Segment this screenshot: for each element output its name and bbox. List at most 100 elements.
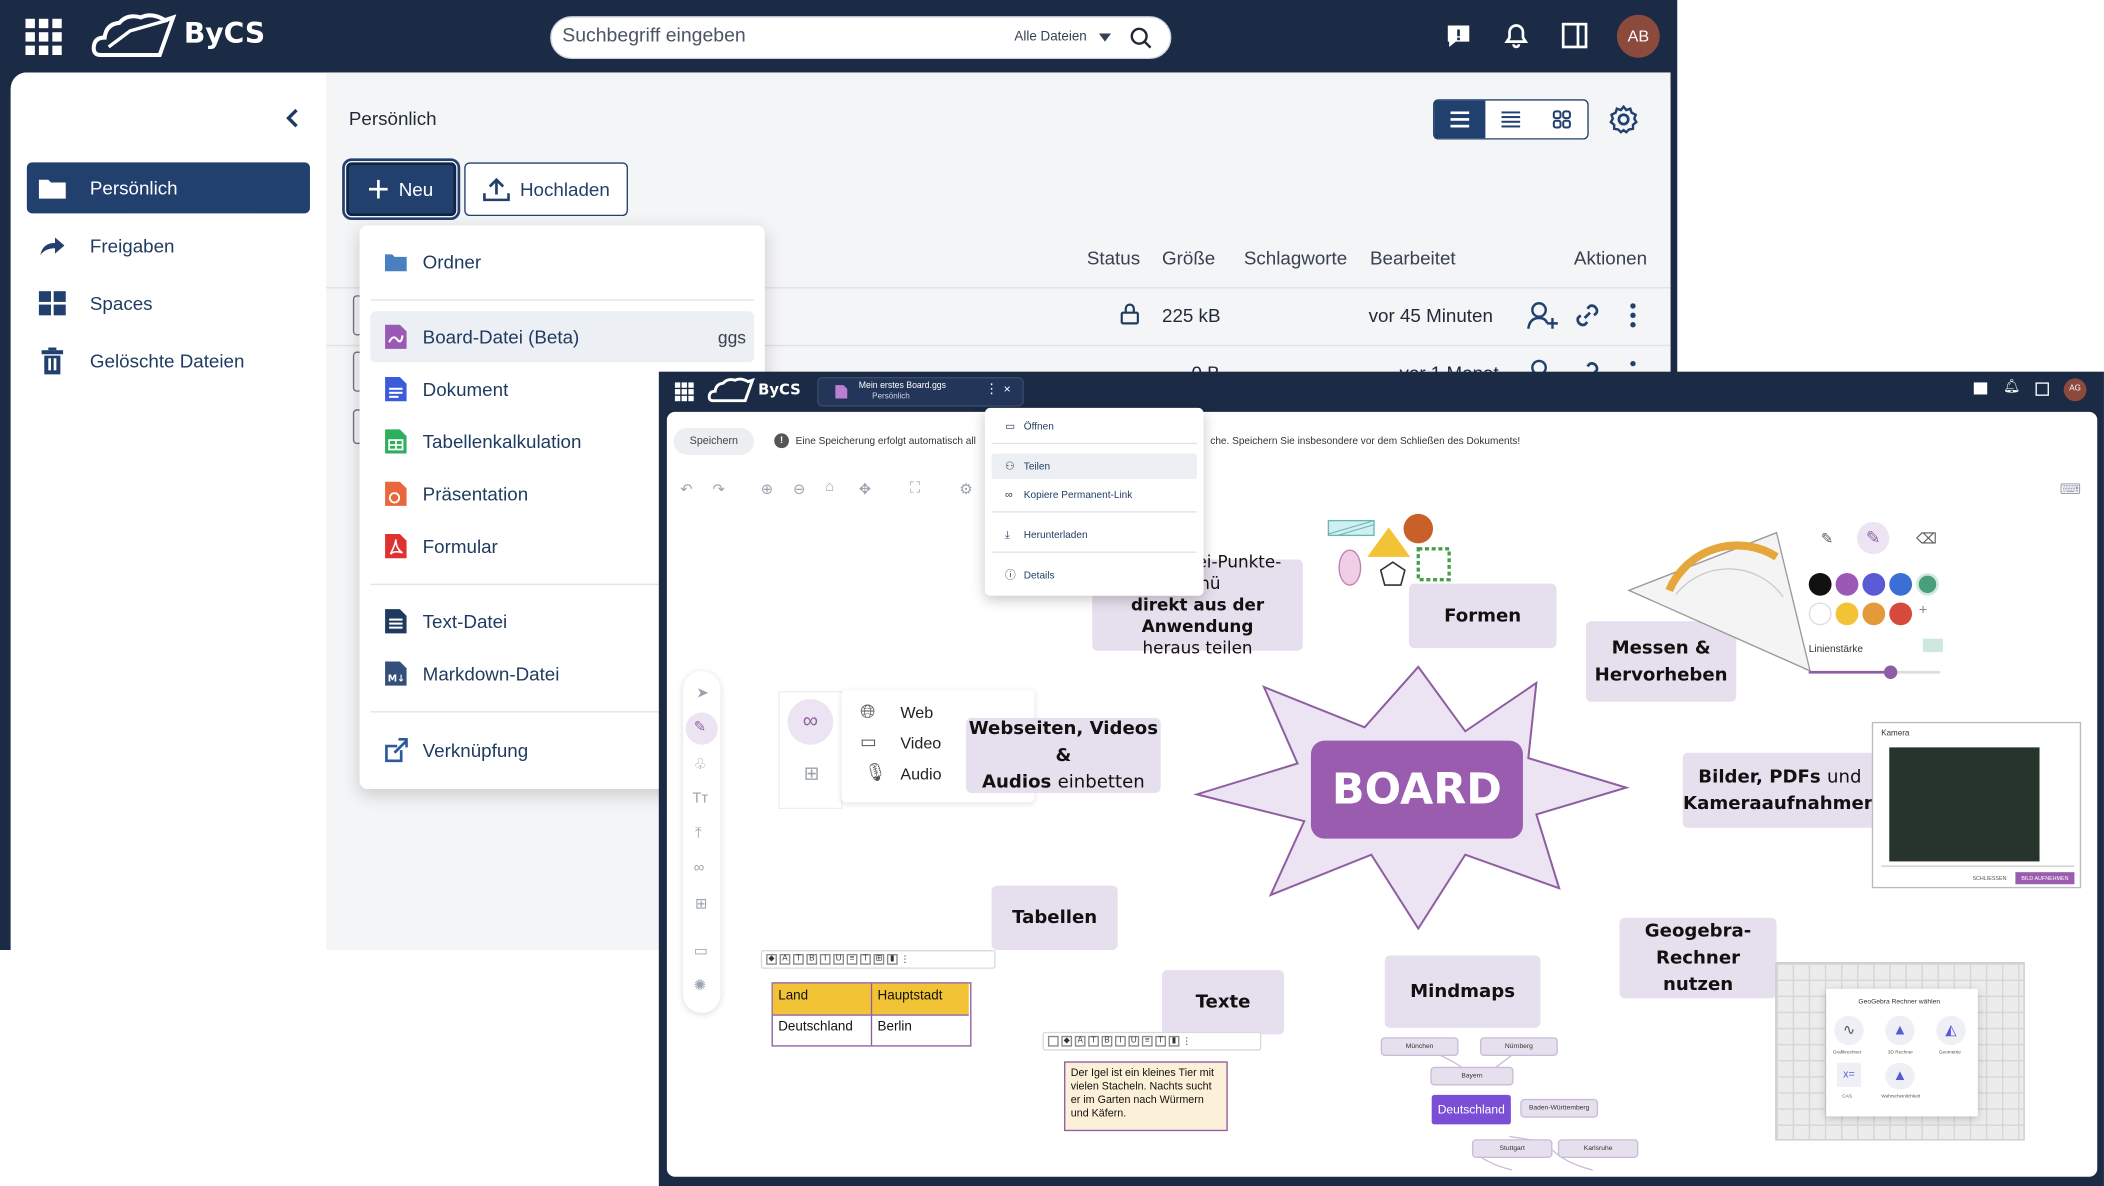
align-icon[interactable]: ≡ bbox=[846, 954, 858, 965]
collapse-sidebar-chevron-icon[interactable] bbox=[284, 108, 300, 128]
apps-grid-icon[interactable] bbox=[674, 382, 694, 401]
ruler-icon[interactable]: ▭ bbox=[694, 942, 708, 959]
more-vertical-icon[interactable]: ⋮ bbox=[985, 382, 998, 397]
search-filter-dropdown[interactable]: Alle Dateien bbox=[1014, 30, 1086, 45]
home-icon[interactable]: ⌂ bbox=[825, 479, 834, 495]
font-size-icon[interactable]: T bbox=[1088, 1035, 1099, 1047]
share-user-icon[interactable] bbox=[1527, 301, 1559, 331]
embed-web[interactable]: Web bbox=[900, 703, 933, 722]
pan-icon[interactable]: ✥ bbox=[859, 480, 871, 498]
text-note[interactable]: Der Igel ist ein kleines Tier mit vielen… bbox=[1064, 1061, 1228, 1132]
thickness-slider-handle[interactable] bbox=[1883, 665, 1898, 679]
add-color-icon[interactable]: + bbox=[1919, 602, 1928, 618]
bell-icon[interactable] bbox=[1501, 20, 1531, 50]
settings-gear-icon[interactable]: ⚙ bbox=[959, 480, 972, 498]
board-canvas[interactable]: Speichern ! Eine Speicherung erfolgt aut… bbox=[666, 411, 2098, 1177]
add-icon[interactable]: ⊞ bbox=[695, 895, 707, 912]
label-tables[interactable]: Tabellen bbox=[991, 885, 1118, 950]
label-embed[interactable]: Webseiten, Videos & Audios einbetten bbox=[966, 717, 1161, 794]
align-icon[interactable]: ≡ bbox=[1141, 1035, 1153, 1047]
fill-color-icon[interactable]: ◆ bbox=[1061, 1035, 1073, 1047]
menu-item-herunterladen[interactable]: ⤓ Herunterladen bbox=[992, 522, 1197, 547]
feedback-icon[interactable] bbox=[1445, 23, 1472, 50]
table-cell[interactable]: Hauptstadt bbox=[872, 985, 948, 1008]
mindmap-node[interactable]: Bayern bbox=[1430, 1066, 1514, 1086]
delete-icon[interactable]: ▮ bbox=[886, 954, 898, 965]
color-swatch[interactable] bbox=[1889, 572, 1913, 596]
mindmap-node[interactable]: Baden-Württemberg bbox=[1520, 1098, 1599, 1118]
link-icon[interactable] bbox=[1573, 301, 1603, 331]
board-center-title[interactable]: BOARD bbox=[1310, 740, 1523, 839]
menu-item-oeffnen[interactable]: ▭ Öffnen bbox=[992, 413, 1197, 438]
link-icon[interactable]: ∞ bbox=[694, 860, 705, 876]
search-input[interactable]: Suchbegriff eingeben bbox=[562, 25, 746, 46]
color-swatch[interactable] bbox=[1835, 572, 1859, 596]
zoom-out-icon[interactable]: ⊖ bbox=[793, 480, 805, 498]
apps-grid-icon[interactable] bbox=[25, 18, 62, 56]
pen-icon[interactable]: ✎ bbox=[694, 718, 706, 735]
graphing-calculator-icon[interactable]: ∿ bbox=[1834, 1015, 1864, 1046]
table-grid-icon[interactable]: ⊞ bbox=[873, 954, 885, 965]
bold-icon[interactable]: B bbox=[806, 954, 818, 965]
view-grid-button[interactable] bbox=[1536, 101, 1587, 139]
document-tab[interactable]: Mein erstes Board.ggs Persönlich ⋮ × bbox=[817, 377, 1024, 407]
sidebar-toggle-icon[interactable] bbox=[1561, 21, 1589, 49]
embed-video[interactable]: Video bbox=[900, 734, 941, 753]
shapes-icon[interactable]: ♧ bbox=[694, 755, 707, 773]
table-cell[interactable]: Berlin bbox=[872, 1016, 917, 1039]
avatar[interactable]: AB bbox=[1616, 14, 1660, 58]
color-swatch[interactable] bbox=[1808, 572, 1832, 596]
add-icon[interactable]: ⊞ bbox=[804, 762, 820, 785]
upload-icon[interactable]: ⤒ bbox=[695, 825, 702, 842]
save-button[interactable]: Speichern bbox=[673, 428, 755, 455]
label-texts[interactable]: Texte bbox=[1161, 970, 1285, 1035]
embed-audio[interactable]: Audio bbox=[900, 765, 941, 784]
search-icon[interactable] bbox=[1130, 27, 1153, 50]
marker-icon[interactable]: ✎ bbox=[1857, 521, 1890, 555]
cas-icon[interactable]: x= bbox=[1836, 1062, 1862, 1087]
eraser-icon[interactable]: ⌫ bbox=[1916, 530, 1937, 547]
mindmap-node[interactable]: München bbox=[1380, 1037, 1459, 1056]
column-size[interactable]: Größe bbox=[1162, 247, 1215, 268]
border-icon[interactable] bbox=[1047, 1035, 1059, 1047]
column-modified[interactable]: Bearbeitet bbox=[1370, 247, 1456, 268]
sidebar-item-persoenlich[interactable]: Persönlich bbox=[26, 162, 310, 214]
text-icon[interactable]: T bbox=[860, 954, 871, 965]
fullscreen-icon[interactable]: ⛶ bbox=[910, 480, 920, 497]
feedback-icon[interactable] bbox=[1973, 382, 1988, 395]
italic-icon[interactable]: I bbox=[1115, 1035, 1126, 1047]
menu-item-permanent-link[interactable]: ∞ Kopiere Permanent-Link bbox=[992, 482, 1197, 507]
color-swatch[interactable] bbox=[1862, 572, 1886, 596]
more-vertical-icon[interactable] bbox=[1628, 302, 1639, 329]
thickness-slider[interactable] bbox=[1808, 670, 1890, 674]
menu-item-board-datei[interactable]: Board-Datei (Beta) ggs bbox=[370, 311, 755, 363]
color-swatch[interactable] bbox=[1916, 572, 1939, 596]
bell-icon[interactable]: 🔔︎ bbox=[2003, 380, 2020, 395]
view-list-button[interactable] bbox=[1434, 100, 1486, 139]
label-mindmaps[interactable]: Mindmaps bbox=[1384, 955, 1541, 1028]
breadcrumb[interactable]: Persönlich bbox=[349, 107, 437, 128]
select-pointer-icon[interactable]: ➤ bbox=[696, 684, 708, 702]
view-compact-button[interactable] bbox=[1485, 101, 1536, 139]
camera-close-button[interactable]: SCHLIESSEN bbox=[1972, 875, 2006, 882]
column-tags[interactable]: Schlagworte bbox=[1244, 247, 1347, 268]
camera-capture-button[interactable]: BILD AUFNEHMEN bbox=[2015, 872, 2075, 885]
undo-icon[interactable]: ↶ bbox=[680, 480, 692, 498]
mindmap-node[interactable]: Nürnberg bbox=[1480, 1037, 1558, 1056]
label-geogebra[interactable]: Geogebra- Rechner nutzen bbox=[1619, 917, 1777, 999]
sidebar-item-geloeschte-dateien[interactable]: Gelöschte Dateien bbox=[27, 335, 310, 386]
font-size-icon[interactable]: T bbox=[793, 954, 804, 965]
search-bar[interactable]: Suchbegriff eingeben Alle Dateien bbox=[550, 16, 1172, 60]
mindmap-node[interactable]: Stuttgart bbox=[1471, 1139, 1553, 1158]
text-color-icon[interactable]: A bbox=[779, 954, 791, 965]
menu-item-ordner[interactable]: Ordner bbox=[370, 236, 754, 287]
mindmap-root[interactable]: Deutschland bbox=[1431, 1094, 1511, 1125]
color-swatch[interactable] bbox=[1862, 602, 1886, 626]
geogebra-workspace[interactable]: GeoGebra Rechner wählen ∿ ▲ ◭ Grafikrech… bbox=[1775, 962, 2025, 1141]
mindmap-node[interactable]: Karlsruhe bbox=[1557, 1139, 1639, 1158]
sidebar-toggle-icon[interactable] bbox=[2035, 382, 2049, 396]
color-swatch[interactable] bbox=[1808, 602, 1832, 626]
menu-item-teilen[interactable]: ⚇ Teilen bbox=[991, 453, 1197, 480]
probability-icon[interactable]: ▲ bbox=[1885, 1062, 1915, 1090]
text-icon[interactable]: T bbox=[1155, 1035, 1167, 1047]
